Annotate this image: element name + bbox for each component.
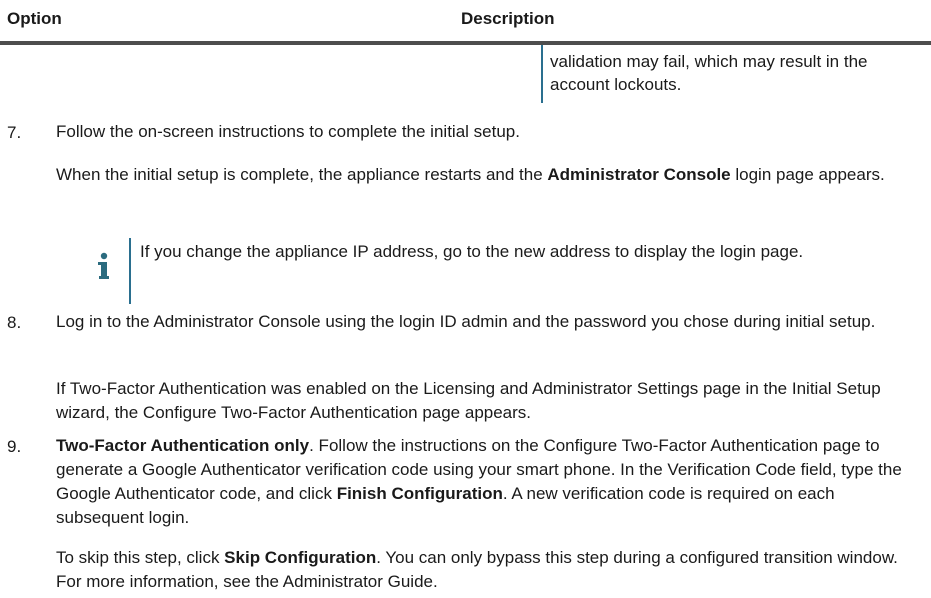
step-8-subtext: If Two-Factor Authentication was enabled… — [56, 379, 881, 422]
step-9-number: 9. — [7, 437, 22, 456]
note-rule — [129, 238, 131, 304]
step-8-text: Log in to the Administrator Console usin… — [56, 312, 876, 331]
step-8-number: 8. — [7, 313, 22, 332]
step-7-number: 7. — [7, 123, 22, 142]
table-header-description: Description — [461, 9, 555, 28]
note-text: If you change the appliance IP address, … — [140, 242, 804, 261]
administrator-console-term: Administrator Console — [547, 165, 731, 184]
finish-configuration-term: Finish Configuration — [336, 484, 503, 503]
step-7-subtext: When the initial setup is complete, the … — [56, 165, 885, 184]
note-callout: If you change the appliance IP address, … — [98, 238, 904, 304]
step-9-text: Two-Factor Authentication only. Follow t… — [56, 436, 902, 527]
skip-configuration-term: Skip Configuration — [224, 548, 377, 567]
two-factor-only-label: Two-Factor Authentication only — [56, 436, 310, 455]
table-row: validation may fail, which may result in… — [541, 45, 923, 103]
info-icon — [98, 252, 109, 279]
table-header-option: Option — [7, 9, 62, 28]
table-header: Option Description — [0, 0, 931, 40]
table-row-description: validation may fail, which may result in… — [550, 52, 868, 94]
step-7-text: Follow the on-screen instructions to com… — [56, 122, 520, 141]
step-9-subtext: To skip this step, click Skip Configurat… — [56, 548, 898, 591]
document-page: Option Description validation may fail, … — [0, 0, 931, 598]
